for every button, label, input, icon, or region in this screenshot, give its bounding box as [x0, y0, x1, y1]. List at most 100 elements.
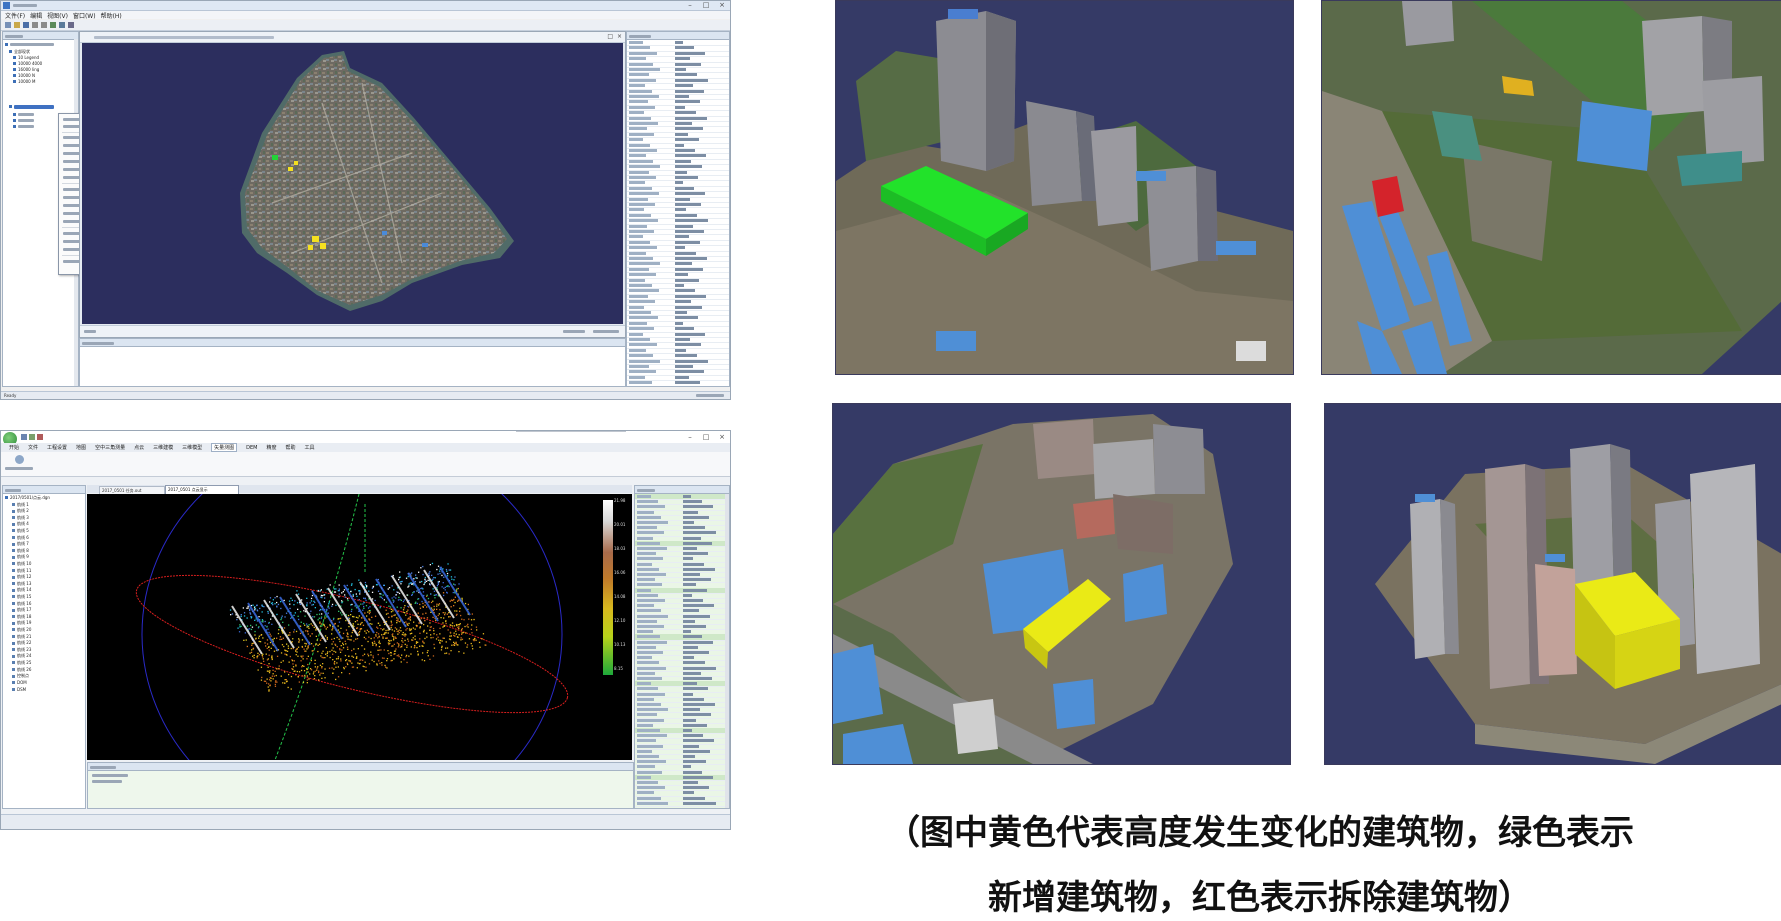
property-value: [683, 567, 715, 571]
tree-item[interactable]: 航线 16: [12, 601, 31, 606]
tree-item[interactable]: 航线 10: [12, 561, 31, 566]
tree-item[interactable]: 航线 15: [12, 594, 31, 599]
minimize-button[interactable]: –: [684, 1, 696, 9]
menu-view[interactable]: 视图(V): [47, 11, 68, 20]
tree-item[interactable]: 航线 9: [12, 554, 29, 560]
tree-item-label: 航线 18: [17, 613, 32, 619]
tree-item[interactable]: 航线 1: [12, 502, 29, 507]
tree-item[interactable]: 航线 13: [12, 581, 31, 586]
tree-item-4[interactable]: 10000 N: [13, 73, 35, 78]
maximize-button[interactable]: □: [700, 433, 712, 441]
property-key: [637, 495, 651, 498]
property-value: [683, 562, 704, 566]
maximize-button[interactable]: □: [700, 1, 712, 9]
pointcloud-viewport[interactable]: 21.98 20.01 18.03 16.06 14.08 12.10 10.13 8.15: [87, 494, 632, 760]
quick-undo-icon[interactable]: [29, 434, 35, 440]
tree-item[interactable]: 航线 25: [12, 660, 31, 665]
ribbon-tab[interactable]: 帮助: [285, 444, 295, 451]
menu-help[interactable]: 帮助(H): [101, 11, 122, 20]
tree-item[interactable]: 航线 26: [12, 667, 31, 672]
tree-item-5[interactable]: 10000 M: [13, 79, 35, 84]
ribbon-tab[interactable]: 三维模型: [182, 444, 202, 451]
open-icon[interactable]: [14, 22, 20, 28]
ribbon-tab[interactable]: 点云: [134, 444, 144, 451]
ribbon-tab[interactable]: 地图: [76, 444, 86, 451]
undo-icon[interactable]: [50, 22, 56, 28]
copy-icon[interactable]: [41, 22, 47, 28]
tree-item[interactable]: 航线 7: [12, 541, 29, 547]
tree-item-label: 航线 15: [17, 593, 32, 599]
tree-item[interactable]: 航线 2: [12, 508, 29, 514]
tree-item[interactable]: 航线 24: [12, 653, 31, 659]
ribbon-tab[interactable]: 矢量测图: [211, 443, 238, 452]
ribbon-tab[interactable]: 工具: [305, 444, 315, 451]
tree-item[interactable]: 航线 19: [12, 620, 31, 626]
property-row[interactable]: [627, 380, 729, 386]
tree-item[interactable]: 航线 18: [12, 614, 31, 619]
menu-file[interactable]: 文件(F): [5, 11, 25, 20]
ribbon-button-icon[interactable]: [15, 455, 24, 464]
zoom-icon[interactable]: [59, 22, 65, 28]
tree-item[interactable]: 航线 21: [12, 634, 31, 639]
property-value: [683, 495, 691, 498]
minimize-button[interactable]: –: [684, 433, 696, 441]
property-scrollbar[interactable]: [725, 494, 729, 808]
ribbon-tab[interactable]: 三维建模: [153, 444, 173, 451]
tree-item[interactable]: 航线 3: [12, 515, 29, 520]
property-value: [683, 718, 696, 722]
tree-item[interactable]: 航线 20: [12, 627, 31, 632]
property-value: [675, 219, 708, 223]
tree-item[interactable]: 航线 11: [12, 568, 31, 573]
tree-item-child-3[interactable]: [13, 124, 34, 129]
property-value: [683, 635, 702, 639]
tree-item-child-1[interactable]: [13, 112, 34, 117]
tree-item-child-2[interactable]: [13, 118, 34, 123]
tree-item[interactable]: 航线 22: [12, 640, 31, 646]
tree-item[interactable]: DSM: [12, 687, 26, 692]
property-value: [683, 630, 691, 634]
quick-redo-icon[interactable]: [37, 434, 43, 440]
view-maximize-icon[interactable]: □: [607, 33, 613, 40]
save-icon[interactable]: [23, 22, 29, 28]
tree-item-0[interactable]: 全部现状: [9, 49, 30, 54]
settings-icon[interactable]: [68, 22, 74, 28]
property-value: [675, 235, 689, 239]
tree-item[interactable]: 控制点: [12, 673, 29, 679]
menu-window[interactable]: 窗口(W): [73, 11, 96, 20]
tree-root[interactable]: 2017/0501/点云.dgn: [5, 495, 50, 500]
map-viewport[interactable]: [82, 43, 623, 324]
ribbon-tab[interactable]: 工程设置: [47, 444, 67, 451]
tree-item-selected[interactable]: [9, 104, 54, 109]
close-button[interactable]: ×: [716, 1, 728, 9]
close-button[interactable]: ×: [716, 433, 728, 441]
ribbon-tab[interactable]: 文件: [28, 444, 38, 451]
tree-item-3[interactable]: 16000 ling: [13, 67, 39, 72]
new-icon[interactable]: [5, 22, 11, 28]
property-value: [675, 138, 699, 142]
tree-item[interactable]: 航线 23: [12, 647, 31, 652]
tree-item[interactable]: 航线 6: [12, 535, 29, 540]
menu-edit[interactable]: 编辑: [30, 11, 42, 20]
tree-item[interactable]: 航线 8: [12, 548, 29, 553]
tree-item[interactable]: DOM: [12, 680, 27, 685]
tree-item-1[interactable]: 10 Legend: [13, 55, 39, 60]
property-key: [629, 370, 656, 374]
tree-item[interactable]: 航线 17: [12, 607, 31, 613]
tree-item[interactable]: 航线 12: [12, 574, 31, 580]
tree-item[interactable]: 航线 5: [12, 528, 29, 533]
property-value: [675, 132, 688, 136]
ribbon-tab[interactable]: DEM: [246, 445, 257, 451]
tree-item[interactable]: 航线 4: [12, 521, 29, 527]
ribbon-tab[interactable]: 空中三角测量: [95, 444, 125, 451]
ribbon-tab[interactable]: 开始: [9, 444, 19, 451]
view-close-icon[interactable]: ×: [617, 33, 622, 40]
property-value: [683, 599, 703, 602]
tree-item[interactable]: 航线 14: [12, 587, 31, 593]
ribbon-tab[interactable]: 精度: [266, 444, 276, 451]
map-app-titlebar: – □ ×: [1, 1, 730, 11]
quick-save-icon[interactable]: [21, 434, 27, 440]
tree-root[interactable]: [5, 42, 54, 47]
cut-icon[interactable]: [32, 22, 38, 28]
property-row[interactable]: [635, 801, 725, 807]
tree-item-2[interactable]: 10000 4000: [13, 61, 42, 66]
